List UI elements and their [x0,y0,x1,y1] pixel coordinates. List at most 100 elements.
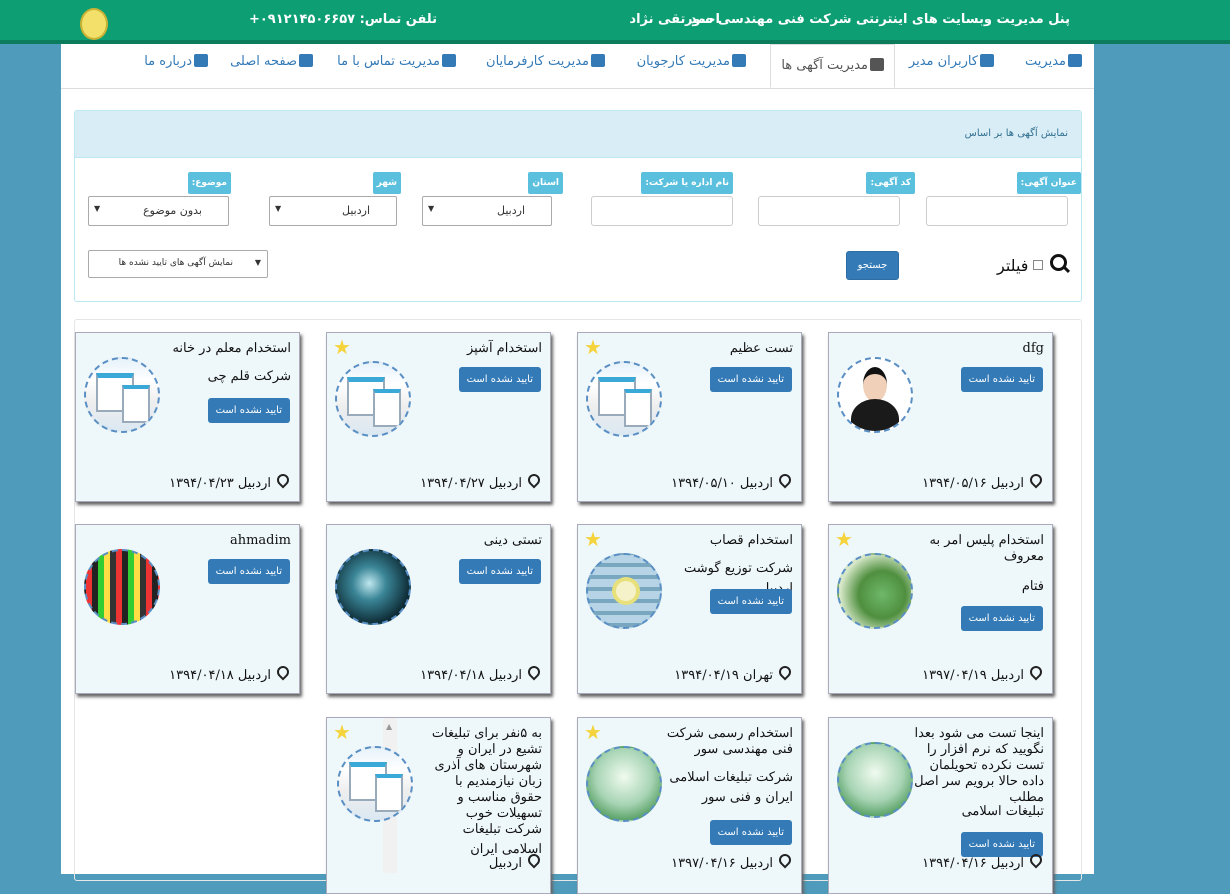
company-name: فتام [1021,579,1044,594]
flowers-icon [586,553,662,629]
user-icon [980,54,994,67]
panel-title: پنل مدیریت وبسایت های اینترنتی شرکت فنی … [684,12,1070,27]
ads-grid: dfg تایید نشده است اردبیل ۱۳۹۴/۰۵/۱۶ ★ ت… [74,319,1082,894]
dropdown-arrow-icon: ▼ [254,258,261,267]
search-icon [1050,254,1067,271]
filter-checkbox-label: فیلتر [997,256,1029,275]
status-select[interactable]: نمایش آگهی های تایید نشده ها ▼ [88,250,268,278]
filter-panel: نمایش آگهی ها بر اساس عنوان آگهی: کد آگه… [74,110,1082,302]
filter-checkbox[interactable] [1033,260,1043,270]
dropdown-arrow-icon: ▼ [275,204,282,213]
map-pin-icon [776,471,794,489]
status-badge: تایید نشده است [207,559,290,584]
status-badge: تایید نشده است [709,820,792,845]
ad-card[interactable]: استخدام معلم در خانه شرکت قلم چی تایید ن… [75,332,300,502]
status-badge: تایید نشده است [960,606,1043,631]
title-label: عنوان آگهی: [1016,172,1081,194]
map-pin-icon [525,663,543,681]
app-screens-icon [337,746,413,822]
map-pin-icon [274,471,292,489]
province-label: استان [528,172,563,194]
ad-card[interactable]: ★ ▲ به ۵نفر برای تبلیغات تشیع در ایران و… [326,717,551,894]
company-name: تبلیغات اسلامی [961,804,1044,819]
star-icon[interactable]: ★ [584,529,602,549]
search-button[interactable]: جستجو [846,251,899,280]
company-label: نام اداره یا شرکت: [641,172,733,194]
map-pin-icon [1027,851,1045,869]
star-icon[interactable]: ★ [584,337,602,357]
ad-card[interactable]: اینجا تست می شود بعدا نگویید که نرم افزا… [828,717,1053,894]
mist-icon [837,742,913,818]
tab-about[interactable]: درباره ما [144,54,208,69]
topic-label: موضوع: [187,172,231,194]
green-leaves-icon [837,553,913,629]
map-pin-icon [1027,471,1045,489]
map-pin-icon [525,851,543,869]
status-badge: تایید نشده است [709,367,792,392]
location-date: اردبیل ۱۳۹۷/۰۴/۱۶ [671,851,794,871]
ad-card[interactable]: ★ استخدام رسمی شرکت فنی مهندسی سور شرکت … [577,717,802,894]
map-pin-icon [1027,663,1045,681]
title-input[interactable] [926,196,1068,226]
hand-icon [335,549,411,625]
dropdown-arrow-icon: ▼ [428,204,435,213]
app-screens-icon [335,361,411,437]
location-date: اردبیل ۱۳۹۴/۰۴/۱۸ [420,663,543,683]
avatar-icon [837,357,913,433]
location-date: اردبیل ۱۳۹۴/۰۴/۲۳ [169,471,292,491]
app-screens-icon [586,361,662,437]
location-date: اردبیل ۱۳۹۴/۰۴/۱۶ [922,851,1045,871]
province-select[interactable]: اردبیل ▼ [422,196,552,226]
bitcoin-icon [732,54,746,67]
tab-ads-management[interactable]: مدیریت آگهی ها [770,44,895,88]
status-badge: تایید نشده است [960,367,1043,392]
star-icon[interactable]: ★ [835,529,853,549]
nav-tabs: مدیریت کاربران مدیر مدیریت آگهی ها مدیری… [61,44,1094,89]
tab-jobseekers[interactable]: مدیریت کارجویان [637,54,746,69]
company-name: شرکت تبلیغات اسلامی ایران و فنی سور [669,770,793,805]
code-input[interactable] [758,196,900,226]
chess-icon [870,58,884,71]
map-pin-icon [776,851,794,869]
map-pin-icon [274,663,292,681]
company-input[interactable] [591,196,733,226]
status-badge: تایید نشده است [207,398,290,423]
map-pin-icon [525,471,543,489]
city-label: شهر [372,172,401,194]
home-icon [299,54,313,67]
tab-employers[interactable]: مدیریت کارفرمایان [486,54,605,69]
mist-icon [586,746,662,822]
ad-card[interactable]: تستی دینی تایید نشده است اردبیل ۱۳۹۴/۰۴/… [326,524,551,694]
location-date: اردبیل [489,851,543,871]
stamp-icon [1068,54,1082,67]
ad-card[interactable]: ahmadim تایید نشده است اردبیل ۱۳۹۴/۰۴/۱۸ [75,524,300,694]
scroll-up-icon[interactable]: ▲ [386,722,392,731]
map-pin-icon [776,663,794,681]
status-badge: تایید نشده است [709,589,792,614]
location-date: اردبیل ۱۳۹۴/۰۵/۱۰ [671,471,794,491]
filter-header: نمایش آگهی ها بر اساس [75,111,1081,158]
tab-contact-management[interactable]: مدیریت تماس با ما [337,54,456,69]
ad-card[interactable]: ★ استخدام آشپز تایید نشده است اردبیل ۱۳۹… [326,332,551,502]
ad-card[interactable]: ★ تست عظیم تایید نشده است اردبیل ۱۳۹۴/۰۵… [577,332,802,502]
tab-home[interactable]: صفحه اصلی [230,54,313,69]
code-label: کد آگهی: [866,172,915,194]
location-date: تهران ۱۳۹۴/۰۴/۱۹ [674,663,794,683]
ad-card[interactable]: dfg تایید نشده است اردبیل ۱۳۹۴/۰۵/۱۶ [828,332,1053,502]
ad-card[interactable]: ★ استخدام پلیس امر به معروف فتام تایید ن… [828,524,1053,694]
topic-select[interactable]: بدون موضوع ▼ [88,196,229,226]
dropdown-arrow-icon: ▼ [94,204,101,213]
logo-icon [80,8,108,40]
location-date: اردبیل ۱۳۹۴/۰۴/۱۸ [169,663,292,683]
ad-card[interactable]: ★ استخدام قصاب شرکت توزیع گوشت اردبیل تا… [577,524,802,694]
location-date: اردبیل ۱۳۹۴/۰۴/۲۷ [420,471,543,491]
star-icon[interactable]: ★ [333,337,351,357]
star-icon[interactable]: ★ [333,722,351,742]
tab-management[interactable]: مدیریت [1025,54,1082,69]
tab-admin-users[interactable]: کاربران مدیر [909,54,994,69]
pixel-art-icon [84,549,160,625]
city-select[interactable]: اردبیل ▼ [269,196,397,226]
status-badge: تایید نشده است [458,367,541,392]
star-icon[interactable]: ★ [584,722,602,742]
phone-icon [442,54,456,67]
